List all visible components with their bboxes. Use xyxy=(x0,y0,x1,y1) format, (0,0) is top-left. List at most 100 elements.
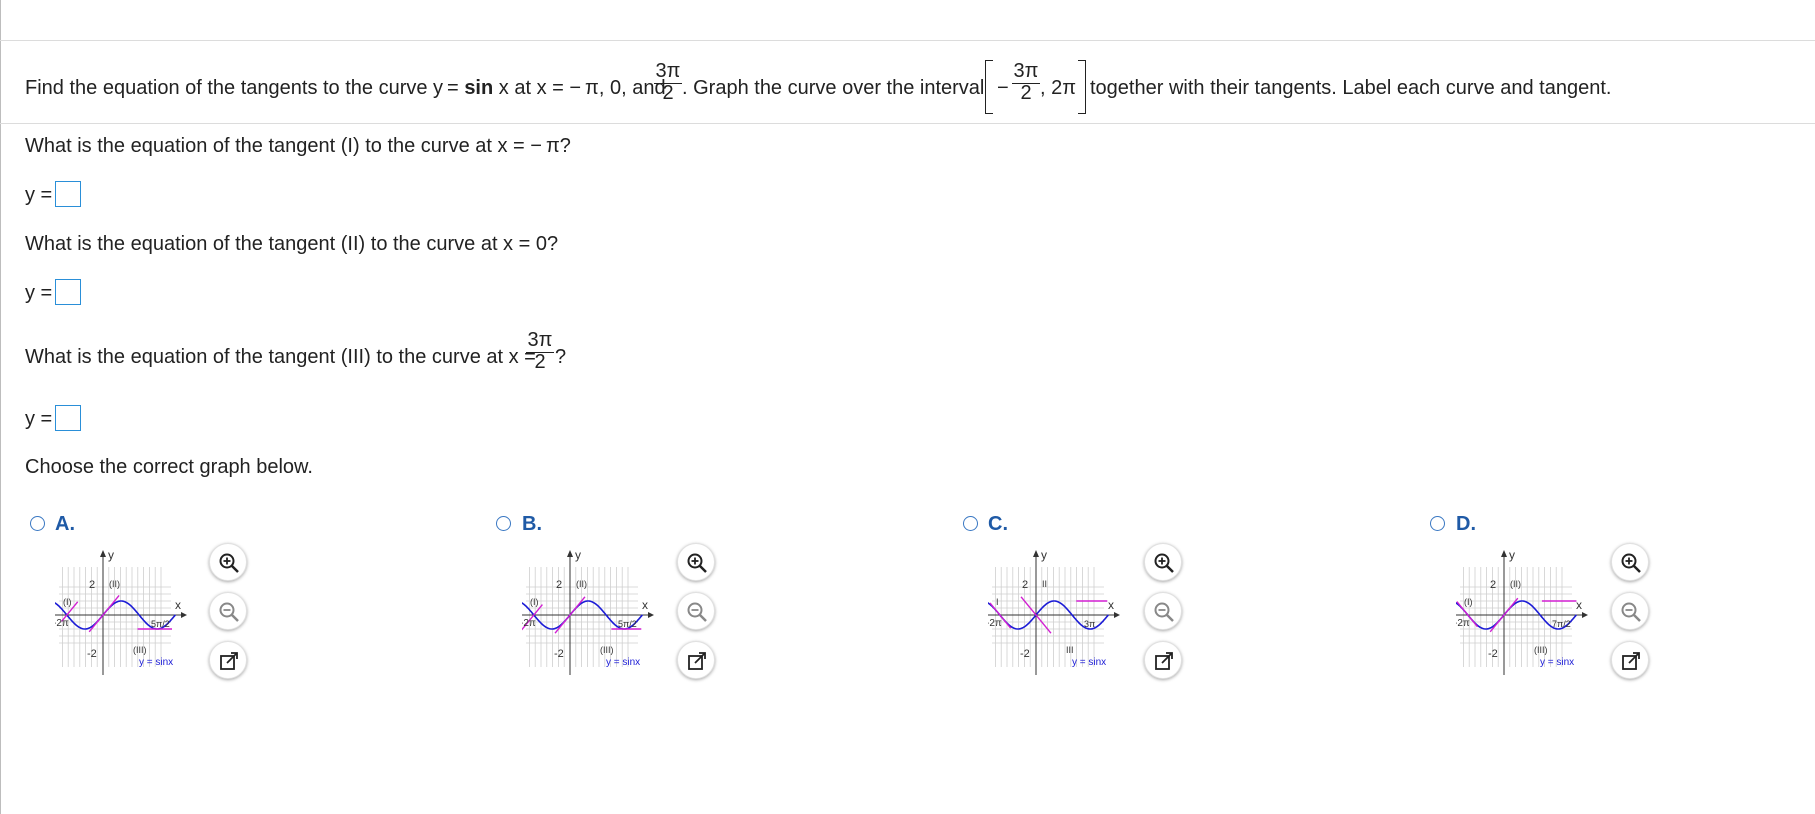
x-tick-left: -2π xyxy=(55,618,69,629)
q3-text: What is the equation of the tangent (III… xyxy=(25,346,536,368)
zoom-out-icon xyxy=(1621,602,1641,622)
option-c-open-button[interactable] xyxy=(1144,641,1182,679)
zoom-in-icon xyxy=(1621,553,1641,573)
y-axis-arrow xyxy=(100,550,106,557)
tangent-label-1: I xyxy=(996,597,999,607)
graph-grid xyxy=(992,567,1104,667)
x-tick-right: 5π/2 xyxy=(618,619,637,629)
x-axis-arrow xyxy=(648,612,654,618)
question-divider xyxy=(0,123,1815,124)
y-axis-label: y xyxy=(1509,548,1515,562)
question-part1: Find the equation of the tangents to the… xyxy=(25,77,459,99)
option-a-open-button[interactable] xyxy=(209,641,247,679)
y-tick-bottom: -2 xyxy=(87,648,97,660)
interval-fraction: 3π 2 xyxy=(1012,60,1040,104)
option-d-zoom-out-button[interactable] xyxy=(1611,592,1649,630)
option-b-zoom-in-button[interactable] xyxy=(677,543,715,581)
zoom-out-icon xyxy=(687,602,707,622)
option-d-label: D. xyxy=(1456,513,1476,535)
option-a-zoom-in-button[interactable] xyxy=(209,543,247,581)
q3-answer-label: y = xyxy=(25,408,53,430)
tangent-label-2: (II) xyxy=(1510,579,1521,589)
x-axis-arrow xyxy=(1114,612,1120,618)
interval-minus: − xyxy=(997,77,1009,99)
curve-label: y = sinx xyxy=(1540,657,1574,668)
tangent-label-3: (III) xyxy=(1534,645,1548,655)
y-axis-label: y xyxy=(108,548,114,562)
tangent-label-3: III xyxy=(1066,645,1074,655)
choose-text: Choose the correct graph below. xyxy=(25,456,313,478)
tangent-label-2: II xyxy=(1042,579,1047,589)
option-b-radio[interactable] xyxy=(496,516,511,531)
question-frac-den: 2 xyxy=(662,82,674,104)
x-axis-arrow xyxy=(181,612,187,618)
q1-answer-label: y = xyxy=(25,184,53,206)
option-c-zoom-out-button[interactable] xyxy=(1144,592,1182,630)
external-link-icon xyxy=(688,652,706,670)
zoom-in-icon xyxy=(1154,553,1174,573)
y-tick-bottom: -2 xyxy=(1488,648,1498,660)
option-b-zoom-out-button[interactable] xyxy=(677,592,715,630)
y-tick-top: 2 xyxy=(1490,579,1496,591)
question-part2: x at x = − π, 0, and xyxy=(498,77,666,99)
q2-text: What is the equation of the tangent (II)… xyxy=(25,233,559,255)
external-link-icon xyxy=(1155,652,1173,670)
interval-end: , 2π xyxy=(1040,77,1077,99)
y-axis-arrow xyxy=(1033,550,1039,557)
option-d-open-button[interactable] xyxy=(1611,641,1649,679)
q2-answer-input[interactable] xyxy=(55,279,81,305)
zoom-out-icon xyxy=(1154,602,1174,622)
curve-label: y = sinx xyxy=(139,657,173,668)
option-a-zoom-out-button[interactable] xyxy=(209,592,247,630)
y-axis-label: y xyxy=(1041,548,1047,562)
y-tick-bottom: -2 xyxy=(1020,648,1030,660)
x-tick-right: 3π xyxy=(1084,619,1095,629)
option-c-graph[interactable]: yx2-2-2π3πIIIIIIy = sinx xyxy=(988,545,1148,680)
interval-frac-den: 2 xyxy=(1020,82,1032,104)
q1-answer-input[interactable] xyxy=(55,181,81,207)
option-d-zoom-in-button[interactable] xyxy=(1611,543,1649,581)
y-tick-top: 2 xyxy=(89,579,95,591)
q3-frac-den: 2 xyxy=(534,351,546,373)
question-frac-num: 3π xyxy=(655,60,681,82)
zoom-in-icon xyxy=(687,553,707,573)
curve-label: y = sinx xyxy=(606,657,640,668)
option-b-graph[interactable]: y x 2 -2 -2π 5π/2 (I) (II) (III) y = sinx xyxy=(522,545,682,680)
q3-frac-num: 3π xyxy=(527,329,553,351)
option-c-zoom-in-button[interactable] xyxy=(1144,543,1182,581)
interval-frac-num: 3π xyxy=(1013,60,1039,82)
external-link-icon xyxy=(220,652,238,670)
y-tick-top: 2 xyxy=(556,579,562,591)
tangent-label-1: (I) xyxy=(1464,597,1473,607)
q3-answer-input[interactable] xyxy=(55,405,81,431)
q1-text: What is the equation of the tangent (I) … xyxy=(25,135,571,157)
y-axis-label: y xyxy=(575,548,581,562)
x-tick-left: -2π xyxy=(522,618,536,629)
option-a-graph[interactable]: y x 2 -2 -2π 5π/2 (I) (II) (III) y = sinx xyxy=(55,545,215,680)
option-b-open-button[interactable] xyxy=(677,641,715,679)
y-tick-top: 2 xyxy=(1022,579,1028,591)
tangent-label-1: (I) xyxy=(63,597,72,607)
q3-suffix: ? xyxy=(555,346,567,368)
curve-label: y = sinx xyxy=(1072,657,1106,668)
x-tick-right: 5π/2 xyxy=(151,619,170,629)
x-axis-label: x xyxy=(642,598,648,612)
top-divider xyxy=(0,40,1815,41)
question-fn: sin xyxy=(464,77,494,99)
option-a-radio[interactable] xyxy=(30,516,45,531)
interval-bracket-right xyxy=(1078,60,1086,114)
tangent-label-3: (III) xyxy=(133,645,147,655)
q3-fraction: 3π 2 xyxy=(526,329,554,373)
q2-answer-label: y = xyxy=(25,282,53,304)
tangent-label-1: (I) xyxy=(530,597,539,607)
x-axis-label: x xyxy=(1576,598,1582,612)
option-c-label: C. xyxy=(988,513,1008,535)
x-axis-arrow xyxy=(1582,612,1588,618)
tangent-label-2: (II) xyxy=(576,579,587,589)
option-d-radio[interactable] xyxy=(1430,516,1445,531)
x-tick-left: -2π xyxy=(988,618,1002,629)
option-a-label: A. xyxy=(55,513,75,535)
zoom-in-icon xyxy=(219,553,239,573)
option-d-graph[interactable]: y x 2 -2 -2π 7π/2 (I) (II) (III) y = sinx xyxy=(1456,545,1616,680)
option-c-radio[interactable] xyxy=(963,516,978,531)
